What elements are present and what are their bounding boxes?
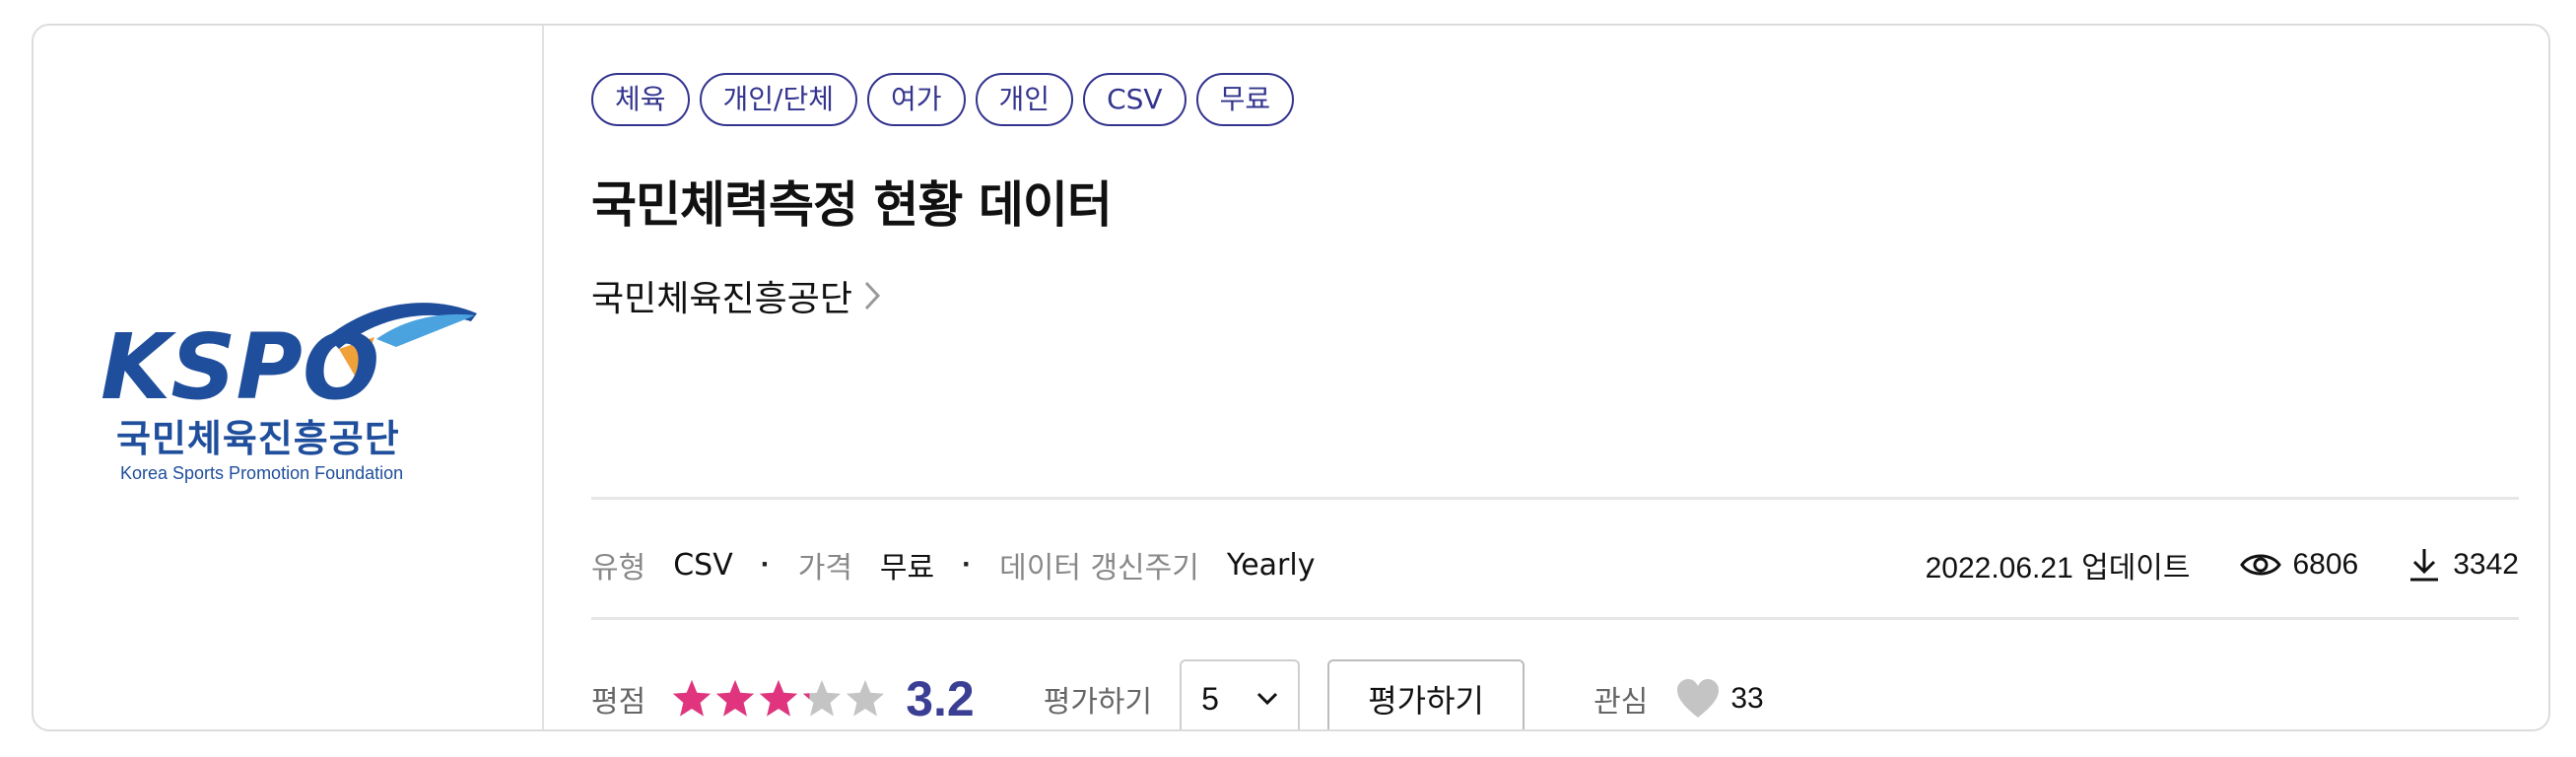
divider-top bbox=[591, 497, 2519, 500]
star-icon bbox=[671, 678, 712, 720]
downloads-count: 3342 bbox=[2453, 548, 2519, 581]
tag-sports[interactable]: 체육 bbox=[591, 73, 690, 126]
provider-name: 국민체육진흥공단 bbox=[591, 279, 852, 319]
divider-bottom bbox=[591, 617, 2519, 620]
rating-row: 평점 3.2 평가하기 5 평가하기 관심 33 bbox=[591, 656, 2519, 729]
star-icon bbox=[758, 678, 799, 720]
tag-list: 체육 개인/단체 여가 개인 CSV 무료 bbox=[591, 73, 1295, 126]
dataset-title: 국민체력측정 현황 데이터 bbox=[591, 176, 1113, 234]
star-icon bbox=[714, 678, 756, 720]
tag-leisure[interactable]: 여가 bbox=[867, 73, 966, 126]
meta-row: 유형 CSV · 가격 무료 · 데이터 갱신주기 Yearly 2022.06… bbox=[591, 534, 2519, 595]
update-cycle-label: 데이터 갱신주기 bbox=[999, 551, 1199, 585]
rate-label: 평가하기 bbox=[1043, 685, 1153, 720]
tag-free[interactable]: 무료 bbox=[1195, 73, 1295, 126]
price-value: 무료 bbox=[879, 551, 935, 585]
separator-dot: · bbox=[760, 548, 771, 581]
separator-dot: · bbox=[962, 548, 973, 581]
views-stat: 6806 bbox=[2239, 548, 2359, 582]
rating-score: 3.2 bbox=[906, 671, 975, 726]
views-count: 6806 bbox=[2292, 548, 2359, 581]
chevron-right-icon bbox=[864, 281, 881, 310]
update-cycle-value: Yearly bbox=[1226, 547, 1316, 583]
download-icon bbox=[2410, 549, 2439, 582]
provider-link[interactable]: 국민체육진흥공단 bbox=[591, 270, 882, 321]
heart-icon bbox=[1677, 679, 1720, 718]
rate-button[interactable]: 평가하기 bbox=[1327, 659, 1525, 729]
price-label: 가격 bbox=[797, 551, 852, 585]
interest-toggle[interactable]: 33 bbox=[1675, 678, 1764, 720]
tag-individual-group[interactable]: 개인/단체 bbox=[699, 73, 858, 126]
tag-individual[interactable]: 개인 bbox=[975, 73, 1074, 126]
downloads-stat: 3342 bbox=[2407, 547, 2519, 583]
rating-select-value: 5 bbox=[1201, 680, 1219, 717]
rating-label: 평점 bbox=[591, 685, 646, 720]
type-value: CSV bbox=[673, 547, 733, 583]
provider-logo-panel: KSPO 국민체육진흥공단 Korea Sports Promotion Fou… bbox=[34, 26, 544, 729]
dataset-card: KSPO 국민체육진흥공단 Korea Sports Promotion Fou… bbox=[32, 24, 2550, 731]
star-rating bbox=[671, 678, 886, 720]
interest-label: 관심 bbox=[1593, 685, 1649, 720]
star-icon bbox=[801, 678, 843, 720]
chevron-down-icon bbox=[1257, 692, 1278, 706]
interest-count: 33 bbox=[1730, 682, 1764, 715]
logo-org-name-en: Korea Sports Promotion Foundation bbox=[120, 463, 404, 483]
eye-icon bbox=[2239, 554, 2281, 576]
kspo-logo-mark: KSPO bbox=[101, 303, 477, 420]
logo-brand-text: KSPO bbox=[101, 314, 379, 416]
logo-org-name-ko: 국민체육진흥공단 bbox=[116, 417, 400, 460]
tag-csv[interactable]: CSV bbox=[1083, 73, 1186, 126]
rating-select[interactable]: 5 bbox=[1180, 659, 1301, 729]
updated-date: 2022.06.21 업데이트 bbox=[1925, 552, 2191, 585]
star-icon bbox=[845, 678, 886, 720]
dataset-content: 체육 개인/단체 여가 개인 CSV 무료 국민체력측정 현황 데이터 국민체육… bbox=[591, 26, 2519, 729]
kspo-logo: KSPO 국민체육진흥공단 Korea Sports Promotion Fou… bbox=[81, 278, 534, 505]
type-label: 유형 bbox=[591, 551, 646, 585]
meta-stats: 2022.06.21 업데이트 6806 3342 bbox=[1926, 543, 2519, 586]
